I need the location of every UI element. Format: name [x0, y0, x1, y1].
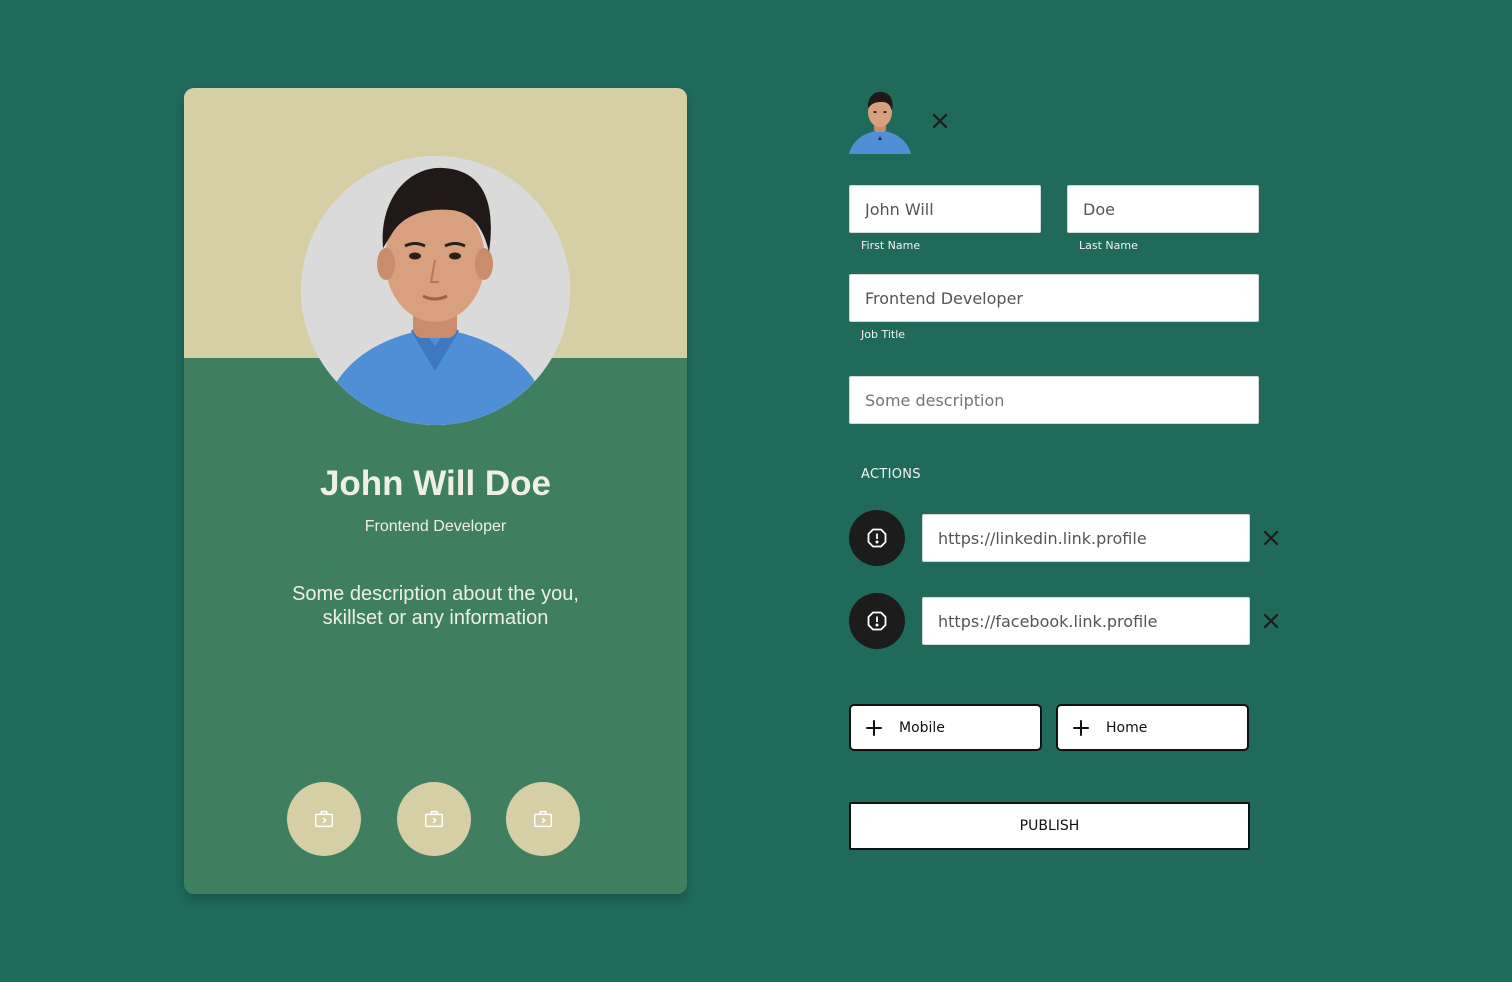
add-mobile-button[interactable]: Mobile [849, 704, 1042, 751]
alert-icon [867, 528, 887, 548]
card-description: Some description about the you, skillset… [292, 583, 579, 629]
app-stage: John Will Doe Frontend Developer Some de… [0, 0, 1512, 982]
close-icon [1263, 530, 1279, 546]
briefcase-icon [315, 810, 333, 828]
card-action-row [287, 782, 587, 856]
briefcase-icon [534, 810, 552, 828]
description-input[interactable] [849, 376, 1259, 424]
card-action-button-3[interactable] [506, 782, 580, 856]
alert-icon [867, 611, 887, 631]
first-name-label: First Name [861, 239, 921, 252]
close-icon [932, 113, 948, 129]
plus-icon [1072, 719, 1090, 737]
card-name: John Will Doe [319, 464, 552, 503]
card-action-button-1[interactable] [287, 782, 361, 856]
profile-avatar [301, 156, 570, 425]
add-mobile-label: Mobile [899, 719, 945, 736]
actions-section-label: ACTIONS [861, 467, 921, 482]
add-home-button[interactable]: Home [1056, 704, 1249, 751]
job-title-input[interactable] [849, 274, 1259, 322]
card-action-button-2[interactable] [397, 782, 471, 856]
link-input-2[interactable] [922, 597, 1250, 645]
add-home-label: Home [1106, 719, 1148, 736]
link-icon-button-1[interactable] [849, 510, 905, 566]
remove-link-button-1[interactable] [1261, 528, 1281, 548]
remove-avatar-button[interactable] [929, 110, 951, 132]
publish-button[interactable]: PUBLISH [849, 802, 1250, 850]
card-job-title: Frontend Developer [364, 518, 507, 535]
profile-card-preview: John Will Doe Frontend Developer Some de… [184, 88, 687, 894]
job-title-label: Job Title [861, 328, 906, 341]
last-name-label: Last Name [1079, 239, 1138, 252]
last-name-input[interactable] [1067, 185, 1259, 233]
close-icon [1263, 613, 1279, 629]
link-icon-button-2[interactable] [849, 593, 905, 649]
avatar-thumbnail[interactable] [849, 90, 911, 154]
link-input-1[interactable] [922, 514, 1250, 562]
first-name-input[interactable] [849, 185, 1041, 233]
briefcase-icon [425, 810, 443, 828]
remove-link-button-2[interactable] [1261, 611, 1281, 631]
plus-icon [865, 719, 883, 737]
